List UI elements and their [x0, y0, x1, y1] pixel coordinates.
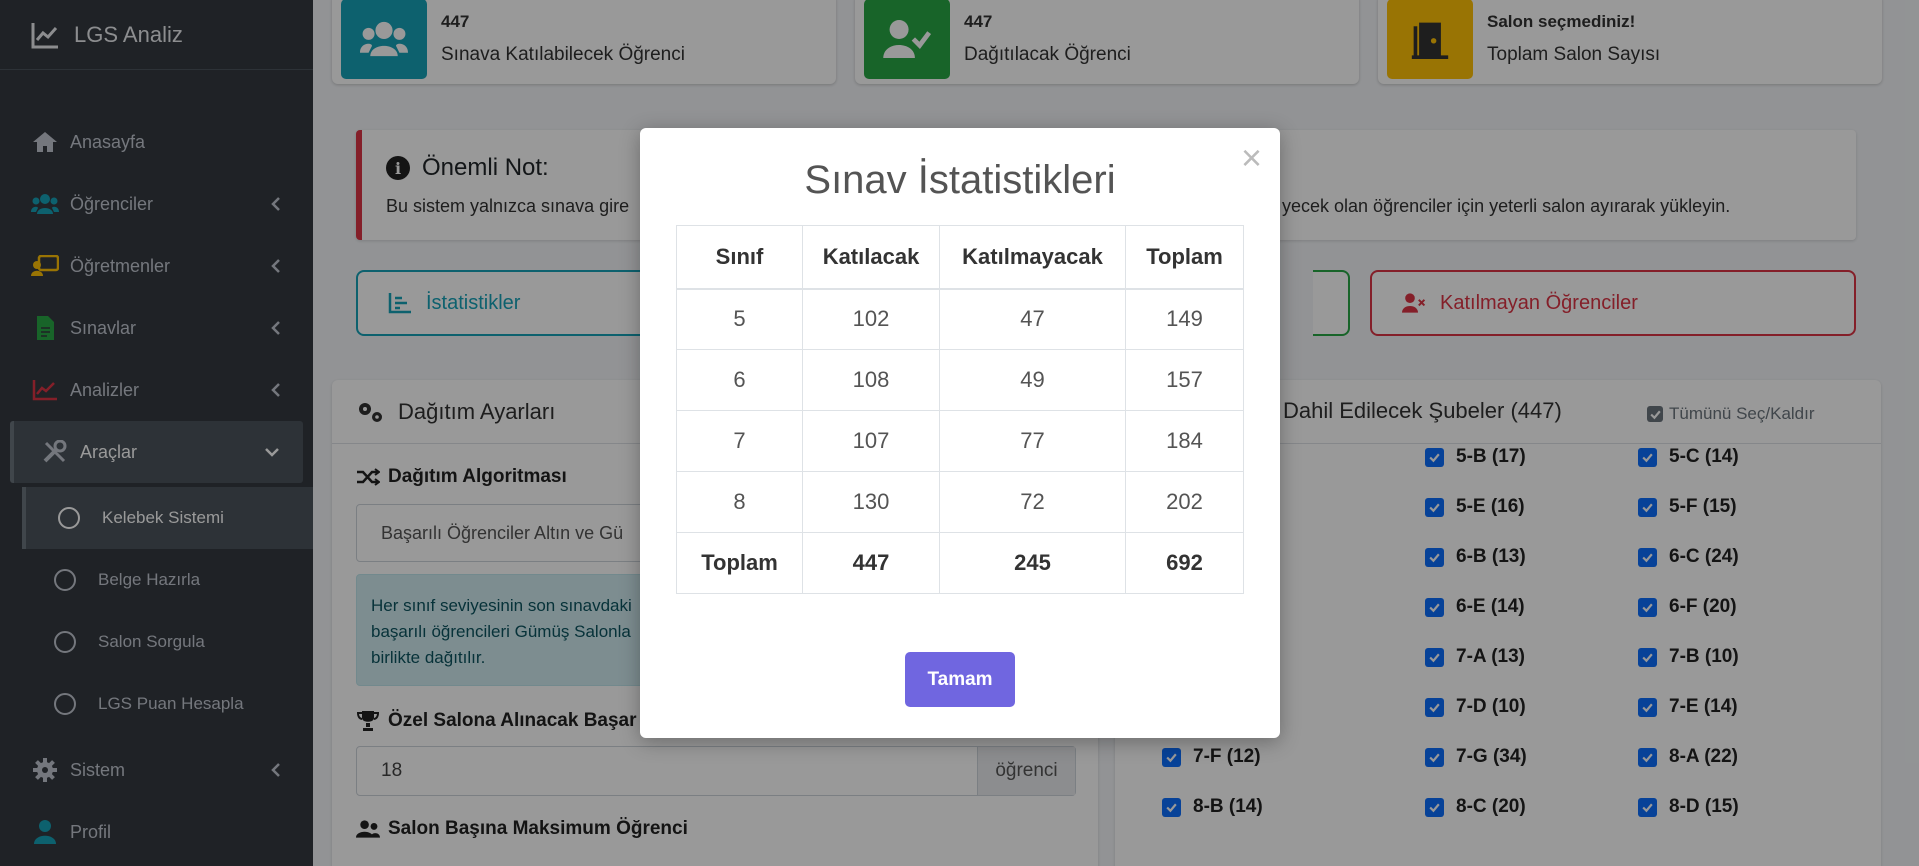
table-cell: 157	[1125, 349, 1244, 411]
table-cell: 6	[676, 349, 803, 411]
table-cell: 447	[802, 532, 940, 594]
table-cell: 7	[676, 410, 803, 472]
table-header: Katılmayacak	[939, 225, 1126, 290]
table-cell: 202	[1125, 471, 1244, 533]
table-cell: 102	[802, 288, 940, 350]
table-header: Katılacak	[802, 225, 940, 290]
table-row: 6 108 49 157	[676, 349, 1244, 411]
table-cell: 8	[676, 471, 803, 533]
table-row: 8 130 72 202	[676, 471, 1244, 533]
table-row: 5 102 47 149	[676, 288, 1244, 350]
table-cell: 77	[939, 410, 1126, 472]
modal-title: Sınav İstatistikleri	[804, 158, 1116, 202]
table-header: Toplam	[1125, 225, 1244, 290]
table-total-row: Toplam 447 245 692	[676, 532, 1244, 594]
table-row: 7 107 77 184	[676, 410, 1244, 472]
table-cell: 149	[1125, 288, 1244, 350]
table-cell: 47	[939, 288, 1126, 350]
table-cell: 692	[1125, 532, 1244, 594]
table-cell: 107	[802, 410, 940, 472]
stats-modal: × Sınav İstatistikleri Sınıf Katılacak K…	[640, 128, 1280, 738]
ok-button[interactable]: Tamam	[905, 652, 1015, 707]
table-cell: 49	[939, 349, 1126, 411]
table-cell: 130	[802, 471, 940, 533]
stats-table: Sınıf Katılacak Katılmayacak Toplam 5 10…	[676, 225, 1244, 594]
table-cell: 108	[802, 349, 940, 411]
table-cell: 72	[939, 471, 1126, 533]
table-header: Sınıf	[676, 225, 803, 290]
table-cell: 245	[939, 532, 1126, 594]
table-cell: 5	[676, 288, 803, 350]
table-cell: 184	[1125, 410, 1244, 472]
table-cell: Toplam	[676, 532, 803, 594]
